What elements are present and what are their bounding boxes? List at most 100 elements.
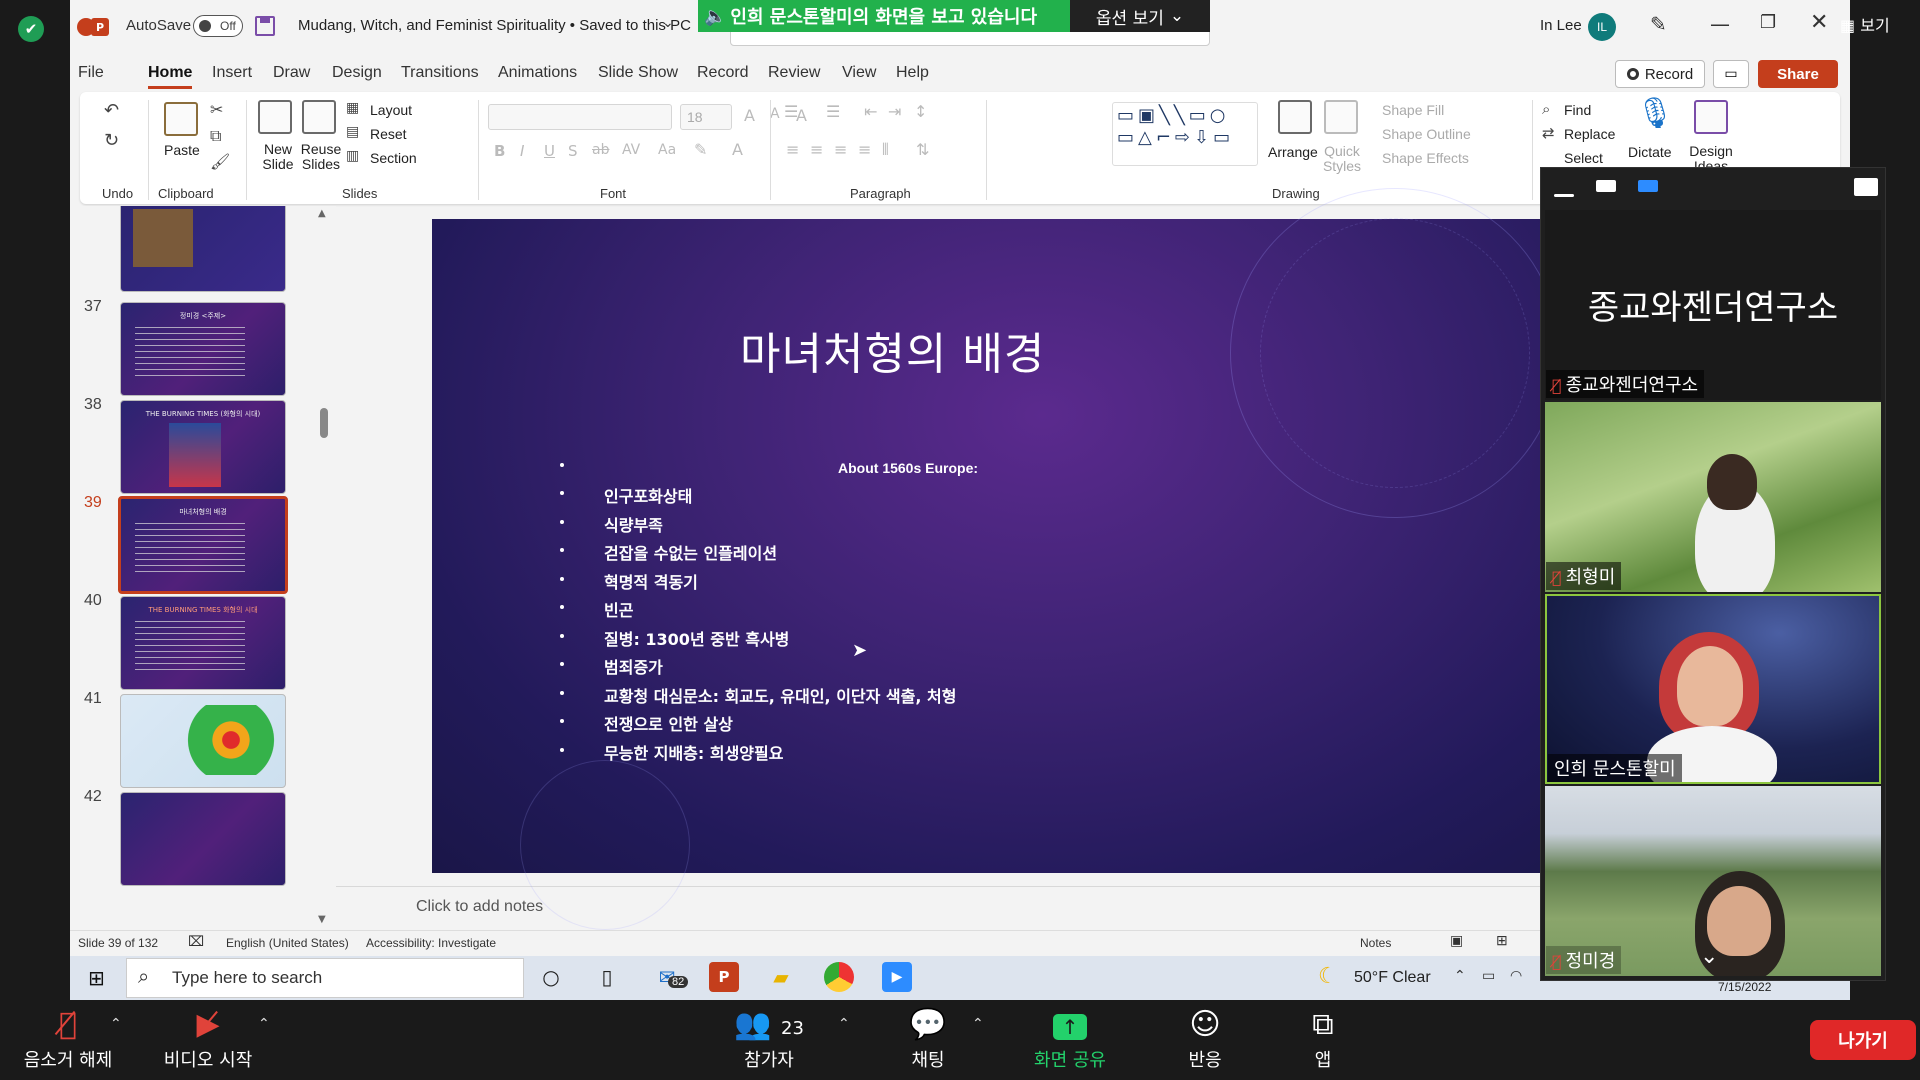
- replace-button[interactable]: Replace: [1564, 126, 1615, 142]
- bold-icon[interactable]: B: [494, 142, 505, 160]
- accessibility-status[interactable]: Accessibility: Investigate: [366, 936, 496, 950]
- font-name-input[interactable]: [488, 104, 672, 130]
- reuse-slides-button[interactable]: Reuse Slides: [298, 142, 344, 172]
- shapes-gallery[interactable]: ▭▣╲╲▭○ ▭△⌐⇨⇩▭: [1112, 102, 1258, 166]
- weather-text[interactable]: 50°F Clear: [1354, 969, 1431, 987]
- chevron-up-icon[interactable]: ⌃: [972, 1016, 984, 1032]
- speaker-view-icon[interactable]: [1596, 180, 1616, 192]
- exit-fullscreen-icon[interactable]: [1854, 178, 1878, 196]
- wifi-icon[interactable]: ◠: [1510, 968, 1522, 984]
- powerpoint-taskbar-icon[interactable]: P: [709, 962, 739, 992]
- taskbar-date[interactable]: 7/15/2022: [1718, 980, 1771, 994]
- new-slide-button[interactable]: New Slide: [256, 142, 300, 172]
- redo-icon[interactable]: ↻: [104, 130, 119, 151]
- tab-draw[interactable]: Draw: [273, 64, 310, 82]
- shape-effects-button[interactable]: Shape Effects: [1382, 150, 1469, 166]
- select-button[interactable]: Select: [1564, 150, 1603, 166]
- notes-placeholder[interactable]: Click to add notes: [416, 898, 543, 916]
- highlight-icon[interactable]: ✎: [694, 140, 707, 159]
- security-shield-icon[interactable]: ✔: [18, 16, 44, 42]
- quick-styles-button[interactable]: Quick Styles: [1320, 144, 1364, 174]
- unmute-button[interactable]: 🎙̸ 음소거 해제: [18, 1004, 118, 1072]
- normal-view-icon[interactable]: ▣: [1450, 932, 1463, 949]
- view-options-button[interactable]: 옵션 보기 ⌄: [1070, 0, 1210, 32]
- tab-view[interactable]: View: [842, 64, 876, 82]
- save-icon[interactable]: [255, 16, 275, 36]
- zoom-view-button[interactable]: ▦ 보기: [1840, 12, 1890, 36]
- participants-button[interactable]: 👥 23 참가자: [724, 1004, 814, 1072]
- microphone-icon[interactable]: 🎙: [1636, 96, 1674, 131]
- bullets-icon[interactable]: ☰: [784, 102, 798, 121]
- task-view-icon[interactable]: ▯: [592, 962, 622, 992]
- tray-chevron-icon[interactable]: ⌃: [1454, 968, 1466, 984]
- share-button[interactable]: Share: [1758, 60, 1838, 88]
- comments-button[interactable]: ▭: [1713, 60, 1749, 88]
- paste-icon[interactable]: [164, 102, 198, 136]
- apps-button[interactable]: ⧉ 앱: [1296, 1004, 1350, 1072]
- gallery-scroll-down-icon[interactable]: ⌄: [1700, 944, 1718, 969]
- windows-start-icon[interactable]: ⊞: [88, 966, 105, 990]
- align-right-icon[interactable]: ≡: [834, 140, 847, 159]
- paste-button[interactable]: Paste: [164, 142, 200, 158]
- leave-button[interactable]: 나가기: [1810, 1020, 1916, 1060]
- arrange-icon[interactable]: [1278, 100, 1312, 134]
- notes-toggle[interactable]: Notes: [1360, 936, 1391, 950]
- tab-slide-show[interactable]: Slide Show: [598, 64, 678, 82]
- character-spacing-icon[interactable]: AV: [622, 142, 640, 158]
- gallery-view-icon[interactable]: [1638, 180, 1658, 192]
- chevron-up-icon[interactable]: ⌃: [838, 1016, 850, 1032]
- dictate-button[interactable]: Dictate: [1628, 144, 1672, 160]
- chevron-up-icon[interactable]: ⌃: [258, 1016, 270, 1032]
- restore-icon[interactable]: ❐: [1760, 12, 1776, 33]
- autosave-toggle[interactable]: Off: [193, 15, 243, 37]
- language-status[interactable]: English (United States): [226, 936, 349, 950]
- decrease-font-icon[interactable]: A: [770, 106, 780, 122]
- slide-thumbnail-42[interactable]: [120, 792, 286, 886]
- chevron-up-icon[interactable]: ⌃: [110, 1016, 122, 1032]
- new-slide-icon[interactable]: [258, 100, 292, 134]
- start-video-button[interactable]: ▶̸ 비디오 시작: [158, 1004, 258, 1072]
- chevron-down-icon[interactable]: ⌄: [662, 15, 674, 31]
- chrome-icon[interactable]: [824, 962, 854, 992]
- scroll-up-icon[interactable]: ▲: [318, 208, 326, 219]
- arrange-button[interactable]: Arrange: [1268, 144, 1318, 160]
- slide-title[interactable]: 마녀처형의 배경: [740, 318, 1240, 382]
- moon-weather-icon[interactable]: ☾: [1318, 964, 1338, 989]
- format-painter-icon[interactable]: 🖌: [210, 152, 230, 171]
- minimize-gallery-icon[interactable]: [1554, 194, 1574, 197]
- document-title[interactable]: Mudang, Witch, and Feminist Spirituality…: [298, 17, 691, 34]
- tab-file[interactable]: File: [78, 64, 104, 82]
- file-explorer-icon[interactable]: ▰: [766, 962, 796, 992]
- layout-button[interactable]: Layout: [370, 102, 412, 118]
- align-center-icon[interactable]: ≡: [810, 140, 823, 159]
- font-color-icon[interactable]: A: [732, 140, 743, 159]
- section-button[interactable]: Section: [370, 150, 417, 166]
- tab-transitions[interactable]: Transitions: [401, 64, 479, 82]
- slide-subheading[interactable]: About 1560s Europe:: [838, 460, 978, 476]
- share-screen-button[interactable]: ↑ 화면 공유: [1020, 1004, 1120, 1072]
- chat-button[interactable]: 💬 채팅: [898, 1004, 958, 1072]
- find-button[interactable]: Find: [1564, 102, 1591, 118]
- text-direction-icon[interactable]: ⇅: [916, 140, 929, 159]
- zoom-taskbar-icon[interactable]: ▶: [882, 962, 912, 992]
- slide-thumbnail-41[interactable]: [120, 694, 286, 788]
- reactions-button[interactable]: ☺ 반응: [1170, 1004, 1240, 1072]
- font-size-input[interactable]: 18: [680, 104, 732, 130]
- underline-icon[interactable]: U: [544, 142, 555, 160]
- battery-icon[interactable]: ▭: [1482, 968, 1495, 984]
- pen-icon[interactable]: ✎: [1650, 12, 1667, 36]
- scrollbar-thumb[interactable]: [320, 408, 328, 438]
- quick-styles-icon[interactable]: [1324, 100, 1358, 134]
- slide-thumbnail-39[interactable]: 마녀처형의 배경: [118, 496, 288, 594]
- slide-thumbnail-40[interactable]: THE BURNING TIMES 화형의 시대: [120, 596, 286, 690]
- numbering-icon[interactable]: ☰: [826, 102, 840, 121]
- avatar[interactable]: IL: [1588, 13, 1616, 41]
- columns-icon[interactable]: ⫴: [882, 140, 889, 160]
- strikethrough-icon[interactable]: ab: [592, 142, 609, 158]
- slide-thumbnail-38[interactable]: THE BURNING TIMES (화형의 시대): [120, 400, 286, 494]
- italic-icon[interactable]: I: [520, 142, 524, 160]
- record-button[interactable]: Record: [1615, 60, 1705, 88]
- tab-design[interactable]: Design: [332, 64, 382, 82]
- spelling-icon[interactable]: ⌧: [188, 933, 204, 950]
- taskbar-search-placeholder[interactable]: Type here to search: [172, 968, 322, 988]
